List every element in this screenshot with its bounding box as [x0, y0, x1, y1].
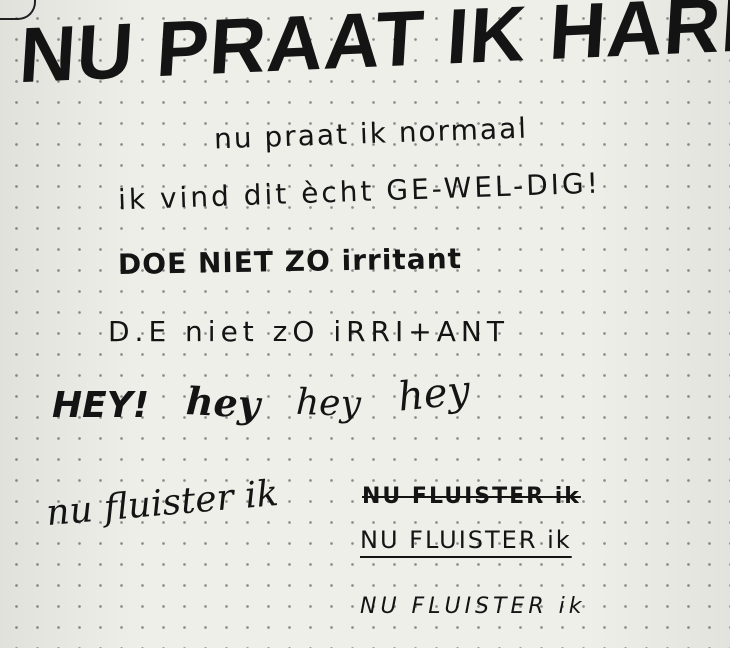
geweldig-line: ik vind dit ècht GE-WEL-DIG!	[117, 166, 602, 217]
whisper-underlined-line: NU FLUISTER ik	[360, 526, 572, 554]
whisper-struck-line: NU FLUISTER ik	[362, 484, 581, 509]
hey-shout-word: HEY!	[52, 385, 150, 426]
whisper-script-line: nu fluister ik	[44, 472, 281, 535]
hey-word-1: hey	[184, 378, 262, 427]
whisper-plain-line: NU FLUISTER ik	[360, 594, 586, 619]
hey-word-2: hey	[295, 381, 362, 426]
hey-word-3: hey	[395, 367, 473, 421]
title-shout-line: NU PRAAT IK HARD!	[16, 0, 730, 100]
irritant-bold-line: DOE NIET ZO irritant	[117, 242, 463, 281]
normal-speech-line: nu praat ik normaal	[213, 111, 529, 156]
dotted-notebook-page: NU PRAAT IK HARD! nu praat ik normaal ik…	[0, 0, 730, 648]
irritant-spaced-line: D.E niet zO iRRI+ANT	[108, 315, 509, 348]
